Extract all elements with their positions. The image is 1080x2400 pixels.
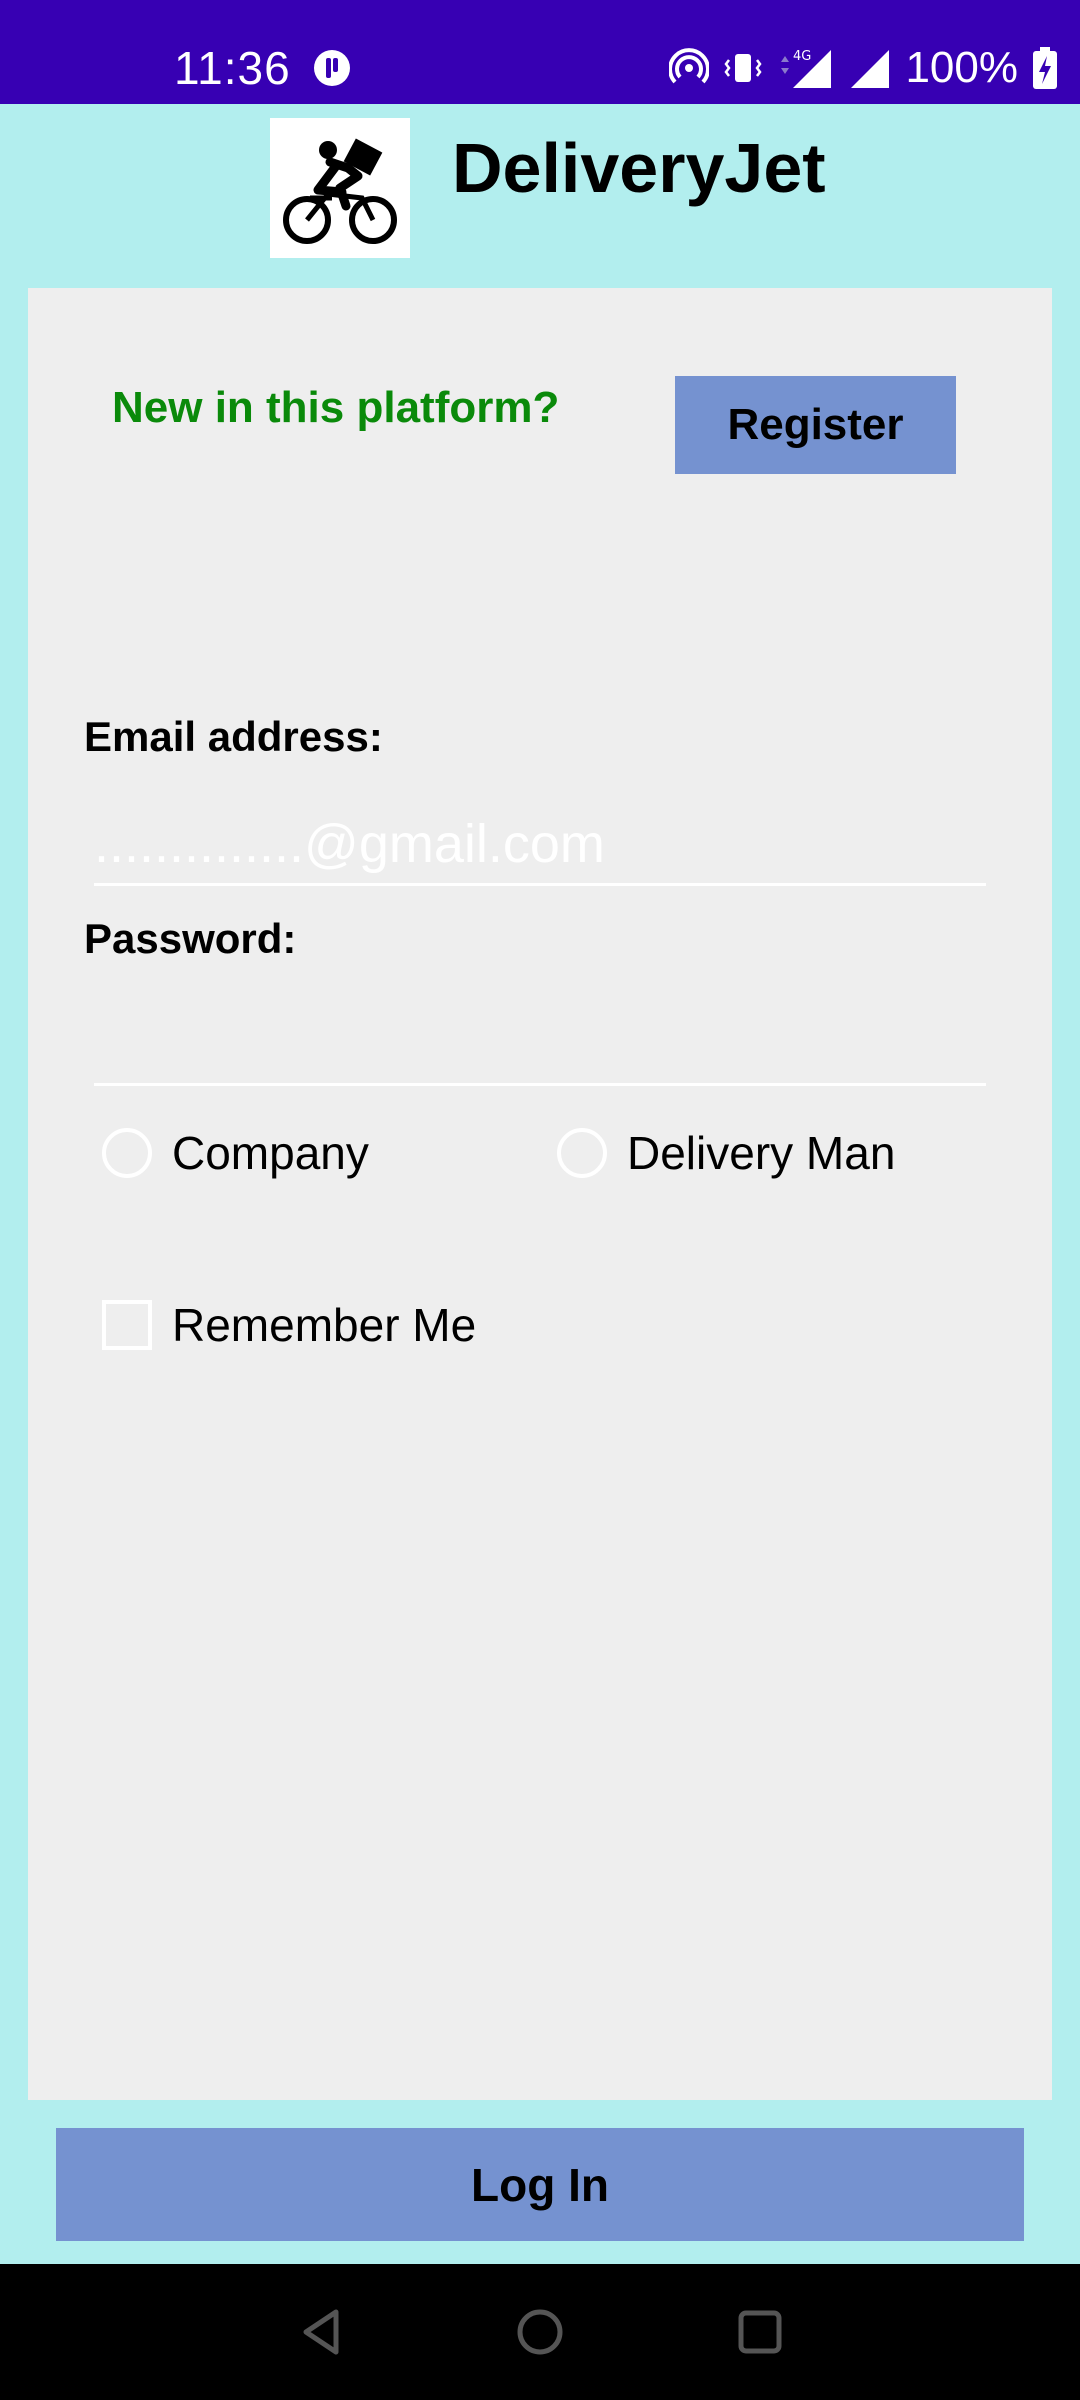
status-time: 11:36 xyxy=(174,42,291,94)
checkbox-icon[interactable] xyxy=(102,1300,152,1350)
password-label: Password: xyxy=(84,915,297,962)
email-field[interactable] xyxy=(94,805,986,886)
app-logo xyxy=(270,118,410,258)
recents-icon[interactable] xyxy=(734,2306,786,2358)
radio-company-label: Company xyxy=(172,1127,369,1179)
vibrate-icon xyxy=(724,54,763,82)
signal-icon xyxy=(851,50,890,88)
status-icons: 4G 100% xyxy=(669,38,1058,98)
battery-percent: 100% xyxy=(905,43,1018,92)
battery-charging-icon xyxy=(1033,47,1057,89)
radio-company[interactable]: Company xyxy=(102,1123,369,1183)
radio-delivery-man-label: Delivery Man xyxy=(627,1127,896,1179)
email-label: Email address: xyxy=(84,713,383,760)
hotspot-icon xyxy=(669,48,710,84)
new-user-prompt: New in this platform? xyxy=(112,383,560,432)
register-button[interactable]: Register xyxy=(675,376,956,474)
bicycle-courier-icon xyxy=(283,138,397,244)
radio-button-icon[interactable] xyxy=(557,1128,607,1178)
back-icon[interactable] xyxy=(296,2306,348,2358)
remember-me-checkbox[interactable]: Remember Me xyxy=(102,1295,476,1355)
signal-4g-icon: 4G xyxy=(781,49,832,88)
radio-button-icon[interactable] xyxy=(102,1128,152,1178)
login-card xyxy=(28,288,1052,2100)
svg-text:4G: 4G xyxy=(793,49,811,64)
status-bar: 11:36 4G 100% xyxy=(0,0,1080,104)
remember-me-label: Remember Me xyxy=(172,1299,477,1351)
app-title: DeliveryJet xyxy=(452,129,826,207)
password-field[interactable] xyxy=(94,1005,986,1086)
app-notification-icon xyxy=(314,50,350,86)
radio-delivery-man[interactable]: Delivery Man xyxy=(557,1123,895,1183)
login-button[interactable]: Log In xyxy=(56,2128,1024,2241)
home-icon[interactable] xyxy=(514,2306,566,2358)
